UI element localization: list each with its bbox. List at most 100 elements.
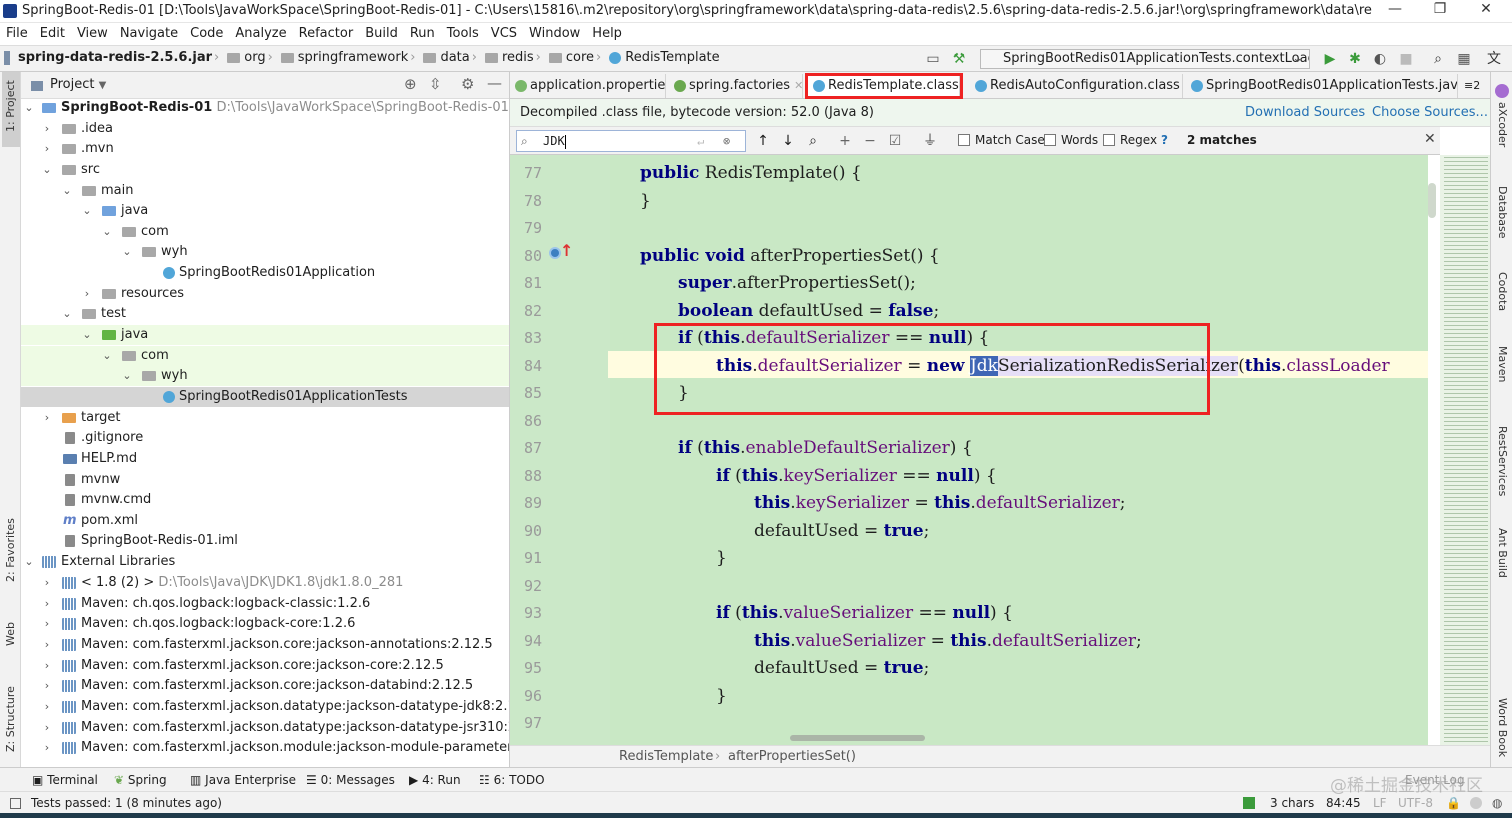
close-button[interactable]: ✕ (1466, 1, 1506, 21)
locate-icon[interactable]: ⊕ (404, 75, 417, 93)
tree-item-pom[interactable]: m pom.xml (21, 511, 509, 531)
menu-window[interactable]: Window (523, 23, 586, 45)
word-book-tool-tab[interactable]: Word Book (1496, 698, 1509, 757)
menu-refactor[interactable]: Refactor (293, 23, 360, 45)
restservices-tool-tab[interactable]: RestServices (1496, 426, 1509, 496)
web-tool-tab[interactable]: Web (4, 622, 17, 646)
menu-view[interactable]: View (71, 23, 114, 45)
project-tool-tab[interactable]: 1: Project (4, 80, 17, 132)
structure-tool-tab[interactable]: Z: Structure (4, 686, 17, 752)
crumb-redistemplate[interactable]: RedisTemplate (603, 50, 720, 65)
menu-vcs[interactable]: VCS (485, 23, 523, 45)
tree-item-application[interactable]: SpringBootRedis01Application (21, 263, 509, 283)
next-occurrence-icon[interactable]: ↓ (780, 133, 796, 149)
tree-item-library[interactable]: › Maven: com.fasterxml.jackson.core:jacks… (21, 635, 509, 655)
debug-icon[interactable]: ✱ (1347, 51, 1363, 67)
translate-icon[interactable]: 文 (1486, 51, 1502, 67)
menu-tools[interactable]: Tools (441, 23, 485, 45)
crumb-core[interactable]: core › (543, 50, 603, 65)
remove-selection-icon[interactable]: − (862, 133, 878, 149)
menu-navigate[interactable]: Navigate (114, 23, 184, 45)
tab-redis-auto-configuration[interactable]: RedisAutoConfiguration.class✕ (970, 74, 1183, 98)
menu-analyze[interactable]: Analyze (229, 23, 292, 45)
codota-tool-tab[interactable]: Codota (1496, 272, 1509, 311)
collapse-all-icon[interactable]: ⇳ (429, 75, 442, 93)
tree-item-mvn[interactable]: › .mvn (21, 139, 509, 159)
minimize-button[interactable]: — (1375, 1, 1415, 21)
tree-item-java[interactable]: ⌄ java (21, 201, 509, 221)
breadcrumb-method[interactable]: afterPropertiesSet() (728, 746, 856, 768)
tree-item-library[interactable]: › Maven: ch.qos.logback:logback-classic:1… (21, 594, 509, 614)
select-all-icon[interactable]: ☑ (887, 133, 903, 149)
database-tool-tab[interactable]: Database (1496, 186, 1509, 239)
choose-sources-link[interactable]: Choose Sources... (1372, 99, 1488, 127)
filter-icon[interactable]: ⏚ (922, 133, 938, 149)
tree-item-mvnw-cmd[interactable]: mvnw.cmd (21, 490, 509, 510)
maximize-button[interactable]: ❐ (1420, 1, 1460, 21)
structure-icon[interactable]: ▭ (925, 51, 941, 67)
arrow-up-icon[interactable]: ↑ (560, 241, 573, 260)
run-icon[interactable]: ▶ (1322, 51, 1338, 67)
breadcrumb-class[interactable]: RedisTemplate (619, 746, 713, 768)
stop-icon[interactable]: ■ (1398, 51, 1414, 67)
code-editor[interactable]: public RedisTemplate() { } public void a… (610, 155, 1428, 745)
tree-item-library[interactable]: › Maven: ch.qos.logback:logback-core:1.2.… (21, 614, 509, 634)
vertical-scrollbar[interactable] (1428, 183, 1436, 218)
crumb-org[interactable]: org › (221, 50, 275, 65)
tree-item-iml[interactable]: SpringBoot-Redis-01.iml (21, 531, 509, 551)
maven-tool-tab[interactable]: Maven (1496, 346, 1509, 382)
search-icon[interactable]: ⌕ (1430, 51, 1446, 67)
run-config-select[interactable]: SpringBootRedis01ApplicationTests.contex… (980, 49, 1310, 69)
add-selection-icon[interactable]: + (837, 133, 853, 149)
close-find-icon[interactable]: ✕ (1424, 131, 1436, 147)
tab-application-tests[interactable]: SpringBootRedis01ApplicationTests.java (1186, 74, 1458, 98)
tree-item-target[interactable]: › target (21, 408, 509, 428)
spring-tool-button[interactable]: ❦ Spring (114, 773, 167, 787)
tree-item-library[interactable]: › Maven: com.fasterxml.jackson.datatype:j… (21, 718, 509, 738)
clear-icon[interactable]: ⊗ (723, 131, 730, 151)
match-case-checkbox[interactable] (958, 134, 970, 146)
tree-item-wyh[interactable]: ⌄ wyh (21, 242, 509, 262)
error-stripe[interactable] (1428, 155, 1490, 745)
close-icon[interactable]: ✕ (794, 79, 802, 92)
tree-item-test-wyh[interactable]: ⌄ wyh (21, 366, 509, 386)
tree-item-root[interactable]: ⌄ SpringBoot-Redis-01 D:\Tools\JavaWorkSp… (21, 98, 509, 118)
terminal-tool-button[interactable]: ▣ Terminal (32, 773, 98, 787)
tab-overflow[interactable]: ≡2 (1460, 74, 1490, 98)
run-tool-button[interactable]: ▶ 4: Run (409, 773, 461, 787)
tree-item-idea[interactable]: › .idea (21, 119, 509, 139)
tree-item-external-libraries[interactable]: ⌄ External Libraries (21, 552, 509, 572)
status-toggle-icon[interactable] (10, 798, 21, 809)
find-all-icon[interactable]: ⌕ (805, 133, 821, 149)
tree-item-main[interactable]: ⌄ main (21, 181, 509, 201)
tree-item-test[interactable]: ⌄ test (21, 304, 509, 324)
menu-run[interactable]: Run (404, 23, 441, 45)
gear-icon[interactable]: ⚙ (461, 75, 474, 93)
tree-item-resources[interactable]: › resources (21, 284, 509, 304)
notifications-icon[interactable]: ◍ (1492, 792, 1502, 814)
tree-item-mvnw[interactable]: mvnw (21, 470, 509, 490)
avatar[interactable] (1470, 797, 1482, 809)
menu-help[interactable]: Help (586, 23, 628, 45)
tree-item-com[interactable]: ⌄ com (21, 222, 509, 242)
crumb-springframework[interactable]: springframework › (275, 50, 418, 65)
ant-build-tool-tab[interactable]: Ant Build (1496, 528, 1509, 578)
words-checkbox[interactable] (1044, 134, 1056, 146)
horizontal-scrollbar[interactable] (790, 735, 925, 741)
java-enterprise-tool-button[interactable]: ▥ Java Enterprise (190, 773, 296, 787)
menu-file[interactable]: File (0, 23, 34, 45)
regex-checkbox[interactable] (1103, 134, 1115, 146)
project-structure-icon[interactable]: ▦ (1456, 51, 1472, 67)
tree-item-test-java[interactable]: ⌄ java (21, 325, 509, 345)
tree-item-library[interactable]: › Maven: com.fasterxml.jackson.datatype:j… (21, 697, 509, 717)
download-sources-link[interactable]: Download Sources (1245, 99, 1365, 127)
tree-item-library[interactable]: › Maven: com.fasterxml.jackson.core:jacks… (21, 676, 509, 696)
menu-edit[interactable]: Edit (34, 23, 71, 45)
crumb-redis[interactable]: redis › (479, 50, 543, 65)
todo-tool-button[interactable]: ☷ 6: TODO (479, 773, 545, 787)
tree-item-jdk[interactable]: › < 1.8 (2) > D:\Tools\Java\JDK\JDK1.8\jd… (21, 573, 509, 593)
crumb-jar[interactable]: spring-data-redis-2.5.6.jar › (4, 50, 221, 65)
hide-icon[interactable]: — (487, 74, 502, 92)
favorites-tool-tab[interactable]: 2: Favorites (4, 518, 17, 582)
build-hammer-icon[interactable]: ⚒ (951, 51, 967, 67)
